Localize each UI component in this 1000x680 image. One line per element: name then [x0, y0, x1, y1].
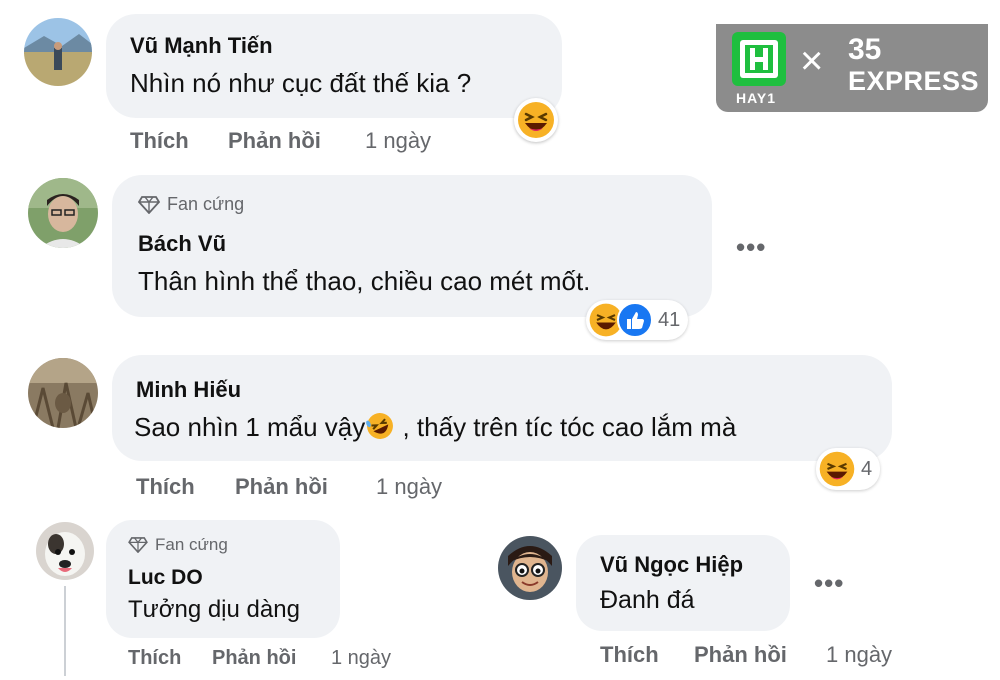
- partner-number: 35: [848, 33, 882, 66]
- commenter-name[interactable]: Vũ Ngọc Hiệp: [600, 552, 743, 578]
- like-button[interactable]: Thích: [130, 128, 189, 154]
- diamond-icon: [138, 195, 160, 214]
- reply-button[interactable]: Phản hồi: [212, 647, 296, 670]
- brand-label: HAY1: [736, 90, 777, 106]
- partner-word: EXPRESS: [848, 66, 980, 96]
- reaction-count: 4: [861, 457, 873, 480]
- avatar[interactable]: [28, 358, 98, 428]
- comment-text: Nhìn nó như cục đất thế kia ?: [130, 68, 472, 98]
- avatar[interactable]: [28, 178, 98, 248]
- reaction-count: 41: [658, 308, 681, 331]
- comment-text: Thân hình thể thao, chiều cao mét mốt.: [138, 266, 591, 296]
- commenter-name[interactable]: Vũ Mạnh Tiến: [130, 33, 273, 59]
- avatar[interactable]: [24, 18, 92, 86]
- like-reaction-icon: [617, 302, 653, 338]
- comment-text: Tưởng dịu dàng: [128, 596, 300, 623]
- comment-text: Đanh đá: [600, 586, 695, 614]
- haha-reaction-icon[interactable]: [514, 98, 558, 142]
- fan-badge: Fan cứng: [138, 194, 244, 215]
- fan-badge-label: Fan cứng: [155, 535, 228, 554]
- reply-button[interactable]: Phản hồi: [694, 642, 787, 668]
- fan-badge-label: Fan cứng: [167, 194, 245, 214]
- comment-text-part: Sao nhìn 1 mẩu vậy: [134, 412, 366, 442]
- reaction-summary[interactable]: 41: [586, 300, 689, 340]
- diamond-icon: [128, 537, 148, 553]
- reply-thread-line: [64, 586, 66, 676]
- fan-badge: Fan cứng: [128, 535, 228, 555]
- like-button[interactable]: Thích: [136, 474, 195, 500]
- comment-bubble: [106, 14, 562, 118]
- commenter-name[interactable]: Minh Hiếu: [136, 377, 241, 403]
- comment-text-part: , thấy trên tíc tóc cao lắm mà: [395, 412, 737, 442]
- avatar[interactable]: [36, 522, 94, 580]
- avatar[interactable]: [498, 536, 562, 600]
- hay1-logo-icon: [732, 32, 786, 86]
- like-button[interactable]: Thích: [600, 642, 659, 668]
- cross-icon: ×: [800, 39, 824, 83]
- timestamp[interactable]: 1 ngày: [826, 642, 892, 668]
- comment-text: Sao nhìn 1 mẩu vậy , thấy trên tíc tóc c…: [134, 411, 736, 443]
- more-options-icon[interactable]: •••: [814, 568, 844, 599]
- like-button[interactable]: Thích: [128, 647, 181, 670]
- rolling-laugh-emoji-icon: [366, 413, 394, 439]
- timestamp[interactable]: 1 ngày: [376, 474, 442, 500]
- reply-button[interactable]: Phản hồi: [235, 474, 328, 500]
- reaction-summary[interactable]: 4: [816, 448, 881, 490]
- haha-reaction-icon: [819, 451, 855, 487]
- comment-bubble: [112, 355, 892, 461]
- commenter-name[interactable]: Luc DO: [128, 566, 203, 590]
- comment-bubble: [576, 535, 790, 631]
- more-options-icon[interactable]: •••: [736, 232, 766, 263]
- timestamp[interactable]: 1 ngày: [365, 128, 431, 154]
- reply-button[interactable]: Phản hồi: [228, 128, 321, 154]
- commenter-name[interactable]: Bách Vũ: [138, 231, 226, 257]
- timestamp[interactable]: 1 ngày: [331, 647, 391, 670]
